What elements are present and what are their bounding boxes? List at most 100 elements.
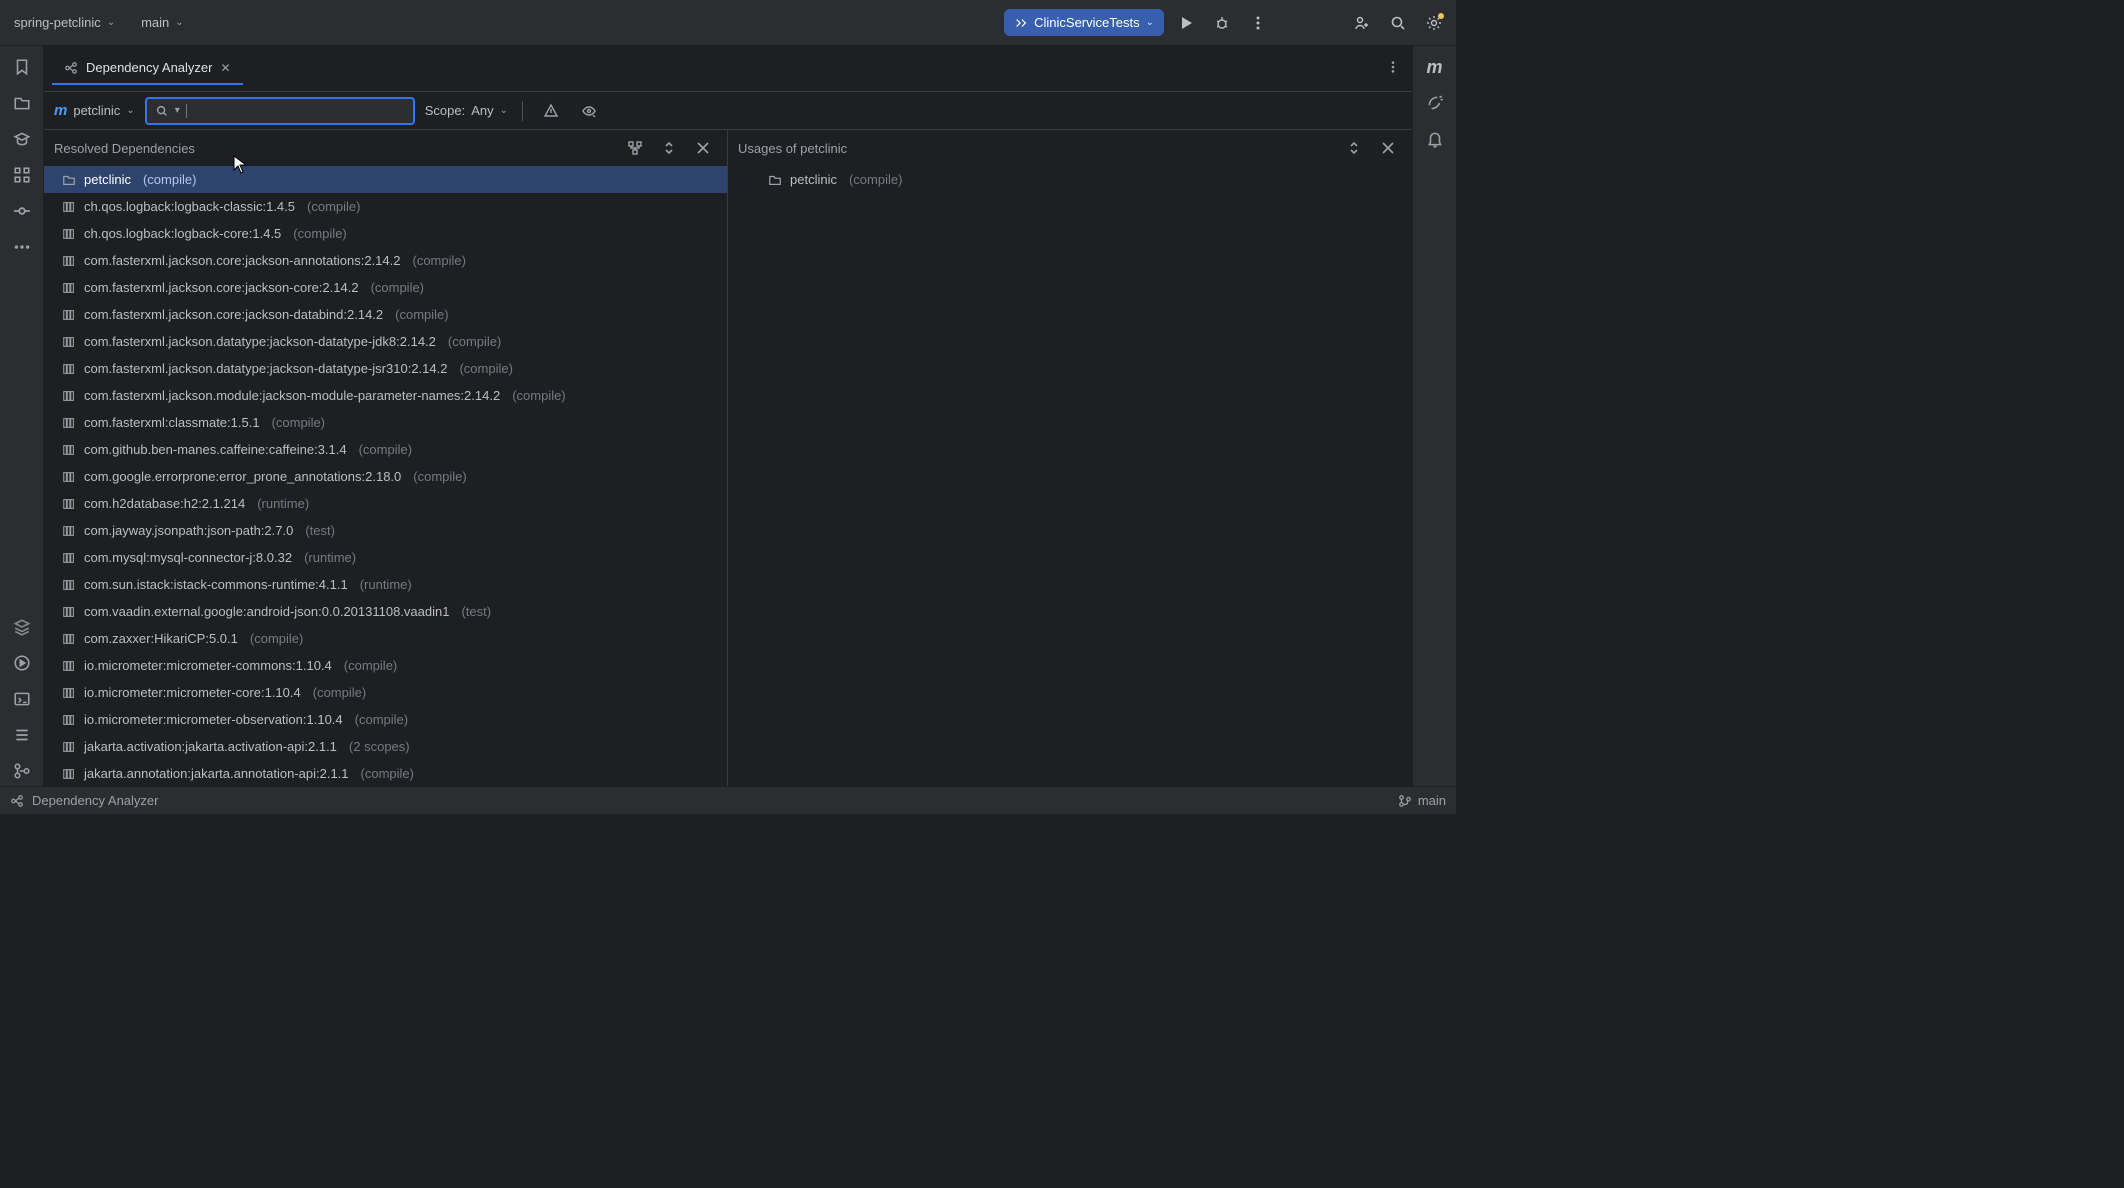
dependency-name: jakarta.activation:jakarta.activation-ap…	[84, 739, 337, 754]
chevron-down-icon: ⌄	[175, 17, 183, 28]
dependency-name: petclinic	[84, 172, 131, 187]
module-name: petclinic	[73, 103, 120, 118]
project-selector[interactable]: spring-petclinic ⌄	[8, 11, 121, 34]
commit-tool[interactable]	[7, 196, 37, 226]
close-icon[interactable]: ✕	[220, 61, 230, 75]
structure-tool[interactable]	[7, 160, 37, 190]
dependency-scope: (runtime)	[304, 550, 356, 565]
tab-title: Dependency Analyzer	[86, 60, 212, 75]
maven-tool[interactable]: m	[1420, 52, 1450, 82]
show-button[interactable]	[575, 97, 603, 125]
tree-view-button[interactable]	[621, 134, 649, 162]
todo-tool[interactable]	[7, 720, 37, 750]
search-everywhere-button[interactable]	[1384, 9, 1412, 37]
dependency-name: petclinic	[790, 172, 837, 187]
dependency-item[interactable]: com.fasterxml.jackson.core:jackson-annot…	[44, 247, 727, 274]
dependency-item[interactable]: jakarta.annotation:jakarta.annotation-ap…	[44, 760, 727, 786]
dependency-item[interactable]: com.github.ben-manes.caffeine:caffeine:3…	[44, 436, 727, 463]
right-tool-rail: m	[1412, 46, 1456, 786]
dependency-item[interactable]: com.vaadin.external.google:android-json:…	[44, 598, 727, 625]
test-icon	[1014, 16, 1028, 30]
close-panel-button[interactable]	[1374, 134, 1402, 162]
git-tool[interactable]	[7, 756, 37, 786]
dependency-name: com.h2database:h2:2.1.214	[84, 496, 245, 511]
run-button[interactable]	[1172, 9, 1200, 37]
close-panel-button[interactable]	[689, 134, 717, 162]
chevron-down-icon: ⌄	[500, 105, 508, 116]
more-actions-button[interactable]	[1244, 9, 1272, 37]
dependency-scope: (compile)	[413, 253, 466, 268]
tab-more-button[interactable]	[1386, 60, 1412, 77]
dependency-item[interactable]: com.fasterxml.jackson.module:jackson-mod…	[44, 382, 727, 409]
usages-list[interactable]: petclinic(compile)	[728, 166, 1412, 786]
collaborate-button[interactable]	[1348, 9, 1376, 37]
dependency-name: com.fasterxml.jackson.core:jackson-annot…	[84, 253, 401, 268]
dependency-name: com.fasterxml:classmate:1.5.1	[84, 415, 260, 430]
project-name: spring-petclinic	[14, 15, 101, 30]
dependency-root[interactable]: petclinic(compile)	[44, 166, 727, 193]
dependency-item[interactable]: com.jayway.jsonpath:json-path:2.7.0(test…	[44, 517, 727, 544]
search-options-icon[interactable]: ▾	[175, 105, 180, 116]
dependency-item[interactable]: com.fasterxml:classmate:1.5.1(compile)	[44, 409, 727, 436]
dependency-scope: (compile)	[293, 226, 346, 241]
dependency-item[interactable]: com.fasterxml.jackson.core:jackson-datab…	[44, 301, 727, 328]
dependency-item[interactable]: com.fasterxml.jackson.datatype:jackson-d…	[44, 355, 727, 382]
dependency-item[interactable]: com.zaxxer:HikariCP:5.0.1(compile)	[44, 625, 727, 652]
bookmarks-tool[interactable]	[7, 52, 37, 82]
panel-header: Resolved Dependencies	[44, 130, 727, 166]
run-tool[interactable]	[7, 648, 37, 678]
dependency-scope: (compile)	[395, 307, 448, 322]
learn-tool[interactable]	[7, 124, 37, 154]
settings-button[interactable]	[1420, 9, 1448, 37]
tab-dependency-analyzer[interactable]: Dependency Analyzer ✕	[52, 52, 243, 85]
panel-header: Usages of petclinic	[728, 130, 1412, 166]
notifications-tool[interactable]	[1420, 124, 1450, 154]
expand-all-button[interactable]	[1340, 134, 1368, 162]
dependency-item[interactable]: com.h2database:h2:2.1.214(runtime)	[44, 490, 727, 517]
layers-tool[interactable]	[7, 612, 37, 642]
main-area: Dependency Analyzer ✕ m petclinic ⌄ ▾ Sc…	[44, 46, 1412, 786]
dependency-scope: (compile)	[371, 280, 424, 295]
dependency-name: com.vaadin.external.google:android-json:…	[84, 604, 449, 619]
run-config-selector[interactable]: ClinicServiceTests ⌄	[1004, 9, 1164, 36]
dependency-scope: (compile)	[361, 766, 414, 781]
search-icon	[155, 104, 169, 118]
conflicts-button[interactable]	[537, 97, 565, 125]
dependency-scope: (compile)	[313, 685, 366, 700]
dependency-item[interactable]: ch.qos.logback:logback-classic:1.4.5(com…	[44, 193, 727, 220]
dependency-item[interactable]: com.fasterxml.jackson.core:jackson-core:…	[44, 274, 727, 301]
maven-icon: m	[54, 102, 67, 119]
expand-all-button[interactable]	[655, 134, 683, 162]
dependency-item[interactable]: ch.qos.logback:logback-core:1.4.5(compil…	[44, 220, 727, 247]
dependency-item[interactable]: com.google.errorprone:error_prone_annota…	[44, 463, 727, 490]
dependency-name: ch.qos.logback:logback-classic:1.4.5	[84, 199, 295, 214]
dependency-item[interactable]: jakarta.activation:jakarta.activation-ap…	[44, 733, 727, 760]
chevron-down-icon: ⌄	[126, 105, 134, 116]
dependency-item[interactable]: io.micrometer:micrometer-core:1.10.4 (com…	[44, 679, 727, 706]
dependency-item[interactable]: io.micrometer:micrometer-observation:1.1…	[44, 706, 727, 733]
status-branch[interactable]: main	[1398, 793, 1446, 808]
dependency-item[interactable]: com.sun.istack:istack-commons-runtime:4.…	[44, 571, 727, 598]
branch-icon	[1398, 794, 1412, 808]
dependency-name: jakarta.annotation:jakarta.annotation-ap…	[84, 766, 349, 781]
more-tool[interactable]	[7, 232, 37, 262]
dependency-item[interactable]: com.mysql:mysql-connector-j:8.0.32(runti…	[44, 544, 727, 571]
debug-button[interactable]	[1208, 9, 1236, 37]
dependency-name: com.fasterxml.jackson.module:jackson-mod…	[84, 388, 500, 403]
dependency-item[interactable]: com.fasterxml.jackson.datatype:jackson-d…	[44, 328, 727, 355]
run-config-name: ClinicServiceTests	[1034, 15, 1139, 30]
dependency-root[interactable]: petclinic(compile)	[728, 166, 1412, 193]
scope-selector[interactable]: Scope: Any ⌄	[425, 103, 508, 118]
dependency-scope: (compile)	[512, 388, 565, 403]
terminal-tool[interactable]	[7, 684, 37, 714]
dependency-icon	[10, 794, 24, 808]
dependency-name: io.micrometer:micrometer-core:1.10.4	[84, 685, 301, 700]
dependency-item[interactable]: io.micrometer:micrometer-commons:1.10.4(…	[44, 652, 727, 679]
branch-selector[interactable]: main ⌄	[129, 11, 190, 34]
dependency-list[interactable]: petclinic(compile)ch.qos.logback:logback…	[44, 166, 727, 786]
status-bar: Dependency Analyzer main	[0, 786, 1456, 814]
ai-tool[interactable]	[1420, 88, 1450, 118]
project-tool[interactable]	[7, 88, 37, 118]
module-selector[interactable]: m petclinic ⌄	[54, 102, 135, 119]
search-input[interactable]: ▾	[145, 97, 415, 125]
